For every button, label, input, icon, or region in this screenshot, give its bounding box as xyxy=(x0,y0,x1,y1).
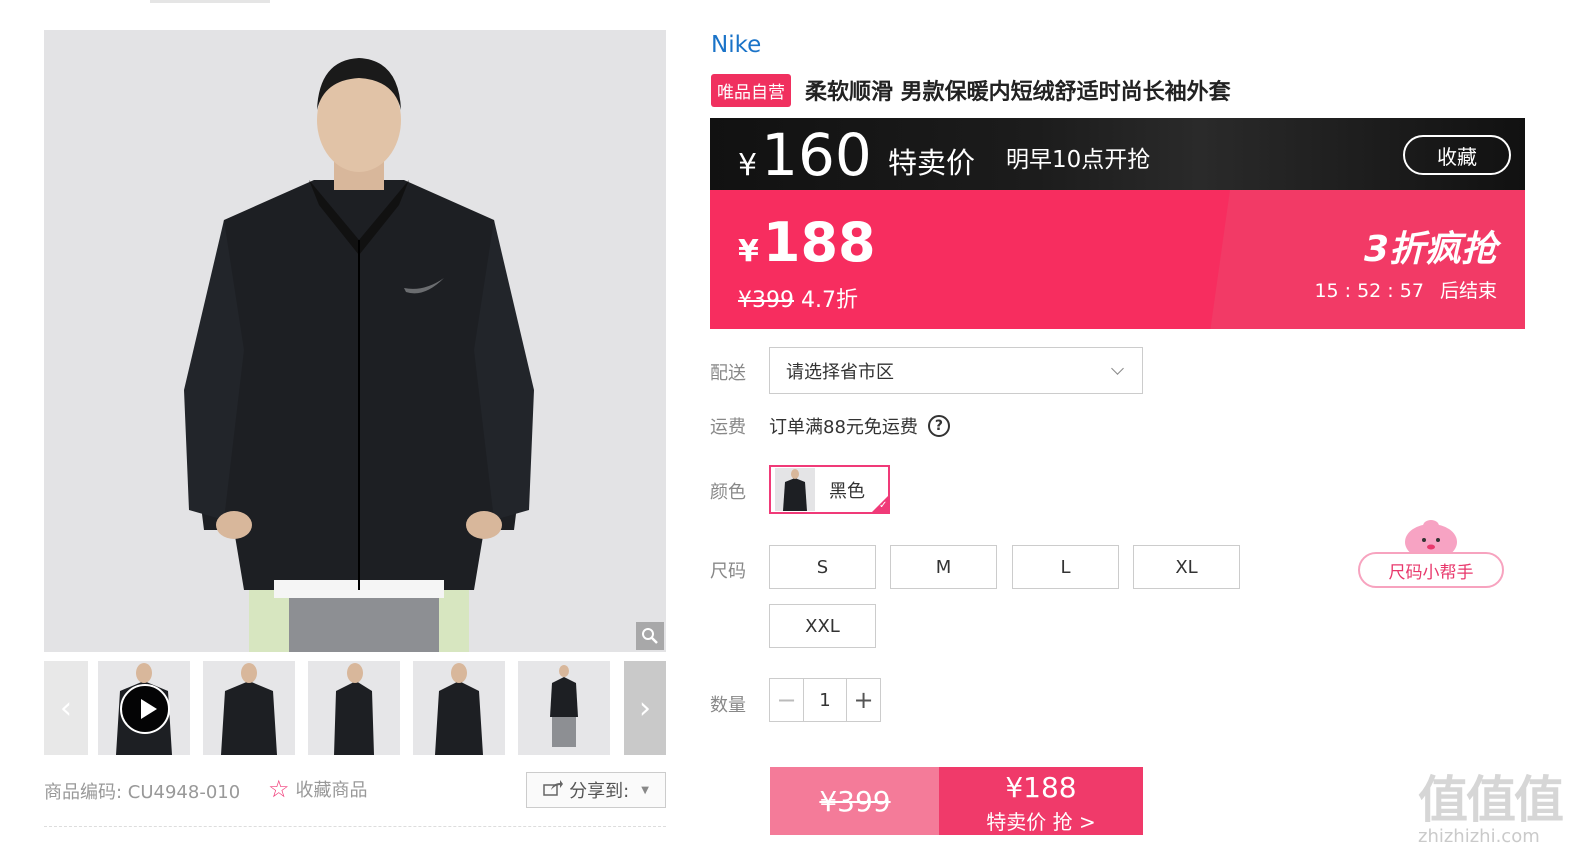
favorite-product-button[interactable]: ☆ 收藏商品 xyxy=(268,776,368,802)
collect-button[interactable]: 收藏 xyxy=(1403,135,1511,175)
size-option-l[interactable]: L xyxy=(1012,545,1119,589)
original-price-button[interactable]: ¥399 xyxy=(770,767,940,835)
quantity-stepper: − 1 + xyxy=(769,678,881,722)
thumb-image xyxy=(203,661,295,755)
brand-link[interactable]: Nike xyxy=(711,32,761,58)
flash-sale-bar: ¥ 160 特卖价 明早10点开抢 收藏 xyxy=(710,118,1525,190)
deal-price: ¥ 188 xyxy=(738,216,876,270)
share-label: 分享到: xyxy=(569,781,630,802)
deal-price-value: 188 xyxy=(762,211,876,274)
chevron-right-icon: › xyxy=(639,690,651,726)
favorite-label: 收藏商品 xyxy=(295,780,368,801)
thumbnail-video[interactable] xyxy=(98,661,190,755)
model-jacket-illustration xyxy=(44,30,666,652)
flash-price-value: 160 xyxy=(761,121,872,189)
flash-price: ¥ 160 xyxy=(738,126,872,184)
top-divider xyxy=(150,0,270,3)
caret-down-icon: ▼ xyxy=(641,784,649,796)
product-meta-row: 商品编码: CU4948-010 ☆ 收藏商品 分享到: ▼ xyxy=(44,772,666,808)
flash-price-label: 特卖价 xyxy=(888,146,976,180)
site-watermark: 值值值 zhizhizhi.com xyxy=(1418,760,1568,847)
region-select[interactable]: 请选择省市区 xyxy=(769,347,1143,394)
buy-price: ¥188 xyxy=(1005,771,1077,804)
deal-currency: ¥ xyxy=(738,234,759,269)
buy-label: 特卖价 抢 > xyxy=(986,810,1096,834)
chevron-left-icon: ‹ xyxy=(60,690,72,726)
size-option-m[interactable]: M xyxy=(890,545,997,589)
color-label: 颜色 xyxy=(710,482,746,503)
selected-check-icon xyxy=(870,494,890,514)
promo-title: 3折疯抢 xyxy=(1363,229,1497,270)
quantity-label: 数量 xyxy=(710,695,746,716)
size-helper-label: 尺码小帮手 xyxy=(1358,552,1504,588)
share-button[interactable]: 分享到: ▼ xyxy=(526,772,666,808)
question-icon[interactable]: ? xyxy=(927,415,950,437)
region-select-value: 请选择省市区 xyxy=(786,361,894,383)
thumb-prev-button[interactable]: ‹ xyxy=(44,661,88,755)
flash-currency: ¥ xyxy=(738,148,758,183)
thumb-image xyxy=(413,661,505,755)
thumbnail-full[interactable] xyxy=(518,661,610,755)
freight-info: 订单满88元免运费 ? xyxy=(769,413,950,439)
flash-start-time: 明早10点开抢 xyxy=(1006,147,1151,173)
thumbnail-front[interactable] xyxy=(203,661,295,755)
sku-code: 商品编码: CU4948-010 xyxy=(44,782,241,803)
size-option-xxl[interactable]: XXL xyxy=(769,604,876,648)
freight-text: 订单满88元免运费 xyxy=(769,417,918,438)
size-option-s[interactable]: S xyxy=(769,545,876,589)
color-option-black[interactable]: 黑色 xyxy=(769,465,890,514)
thumb-image xyxy=(518,661,610,755)
size-option-xl[interactable]: XL xyxy=(1133,545,1240,589)
play-icon[interactable] xyxy=(120,684,170,734)
size-label: 尺码 xyxy=(710,561,746,582)
deal-subline: ¥399 4.7折 xyxy=(738,282,858,314)
freight-label: 运费 xyxy=(710,417,746,438)
main-product-image[interactable] xyxy=(44,30,666,652)
product-title: 柔软顺滑 男款保暖内短绒舒适时尚长袖外套 xyxy=(805,80,1231,105)
thumb-next-button[interactable]: › xyxy=(624,661,666,755)
countdown-time: 15 : 52 : 57 xyxy=(1314,280,1424,302)
color-thumb xyxy=(775,468,815,511)
deal-bar: ¥ 188 ¥399 4.7折 3折疯抢 15 : 52 : 57 后结束 xyxy=(710,190,1525,329)
discount-rate: 4.7折 xyxy=(801,288,858,313)
thumb-image xyxy=(308,661,400,755)
countdown: 15 : 52 : 57 后结束 xyxy=(1314,276,1497,303)
delivery-label: 配送 xyxy=(710,363,746,384)
quantity-value[interactable]: 1 xyxy=(804,679,846,721)
divider xyxy=(44,826,666,827)
buy-now-button[interactable]: ¥188 特卖价 抢 > xyxy=(939,767,1143,835)
chevron-down-icon xyxy=(1111,362,1124,375)
self-operated-badge: 唯品自营 xyxy=(711,73,791,107)
size-helper[interactable]: 尺码小帮手 xyxy=(1358,518,1504,592)
thumbnail-strip: ‹ › xyxy=(44,661,666,755)
original-price: ¥399 xyxy=(738,288,794,313)
zoom-icon[interactable] xyxy=(636,622,664,650)
minus-icon[interactable]: − xyxy=(770,679,804,721)
watermark-logo: 值值值 xyxy=(1418,771,1564,829)
title-row: 唯品自营 柔软顺滑 男款保暖内短绒舒适时尚长袖外套 xyxy=(711,73,1231,107)
thumbnail-side[interactable] xyxy=(308,661,400,755)
share-icon xyxy=(543,779,564,801)
star-icon: ☆ xyxy=(268,775,290,803)
countdown-suffix: 后结束 xyxy=(1439,280,1497,302)
color-name: 黑色 xyxy=(829,480,865,502)
plus-icon[interactable]: + xyxy=(846,679,880,721)
thumbnail-angle[interactable] xyxy=(413,661,505,755)
